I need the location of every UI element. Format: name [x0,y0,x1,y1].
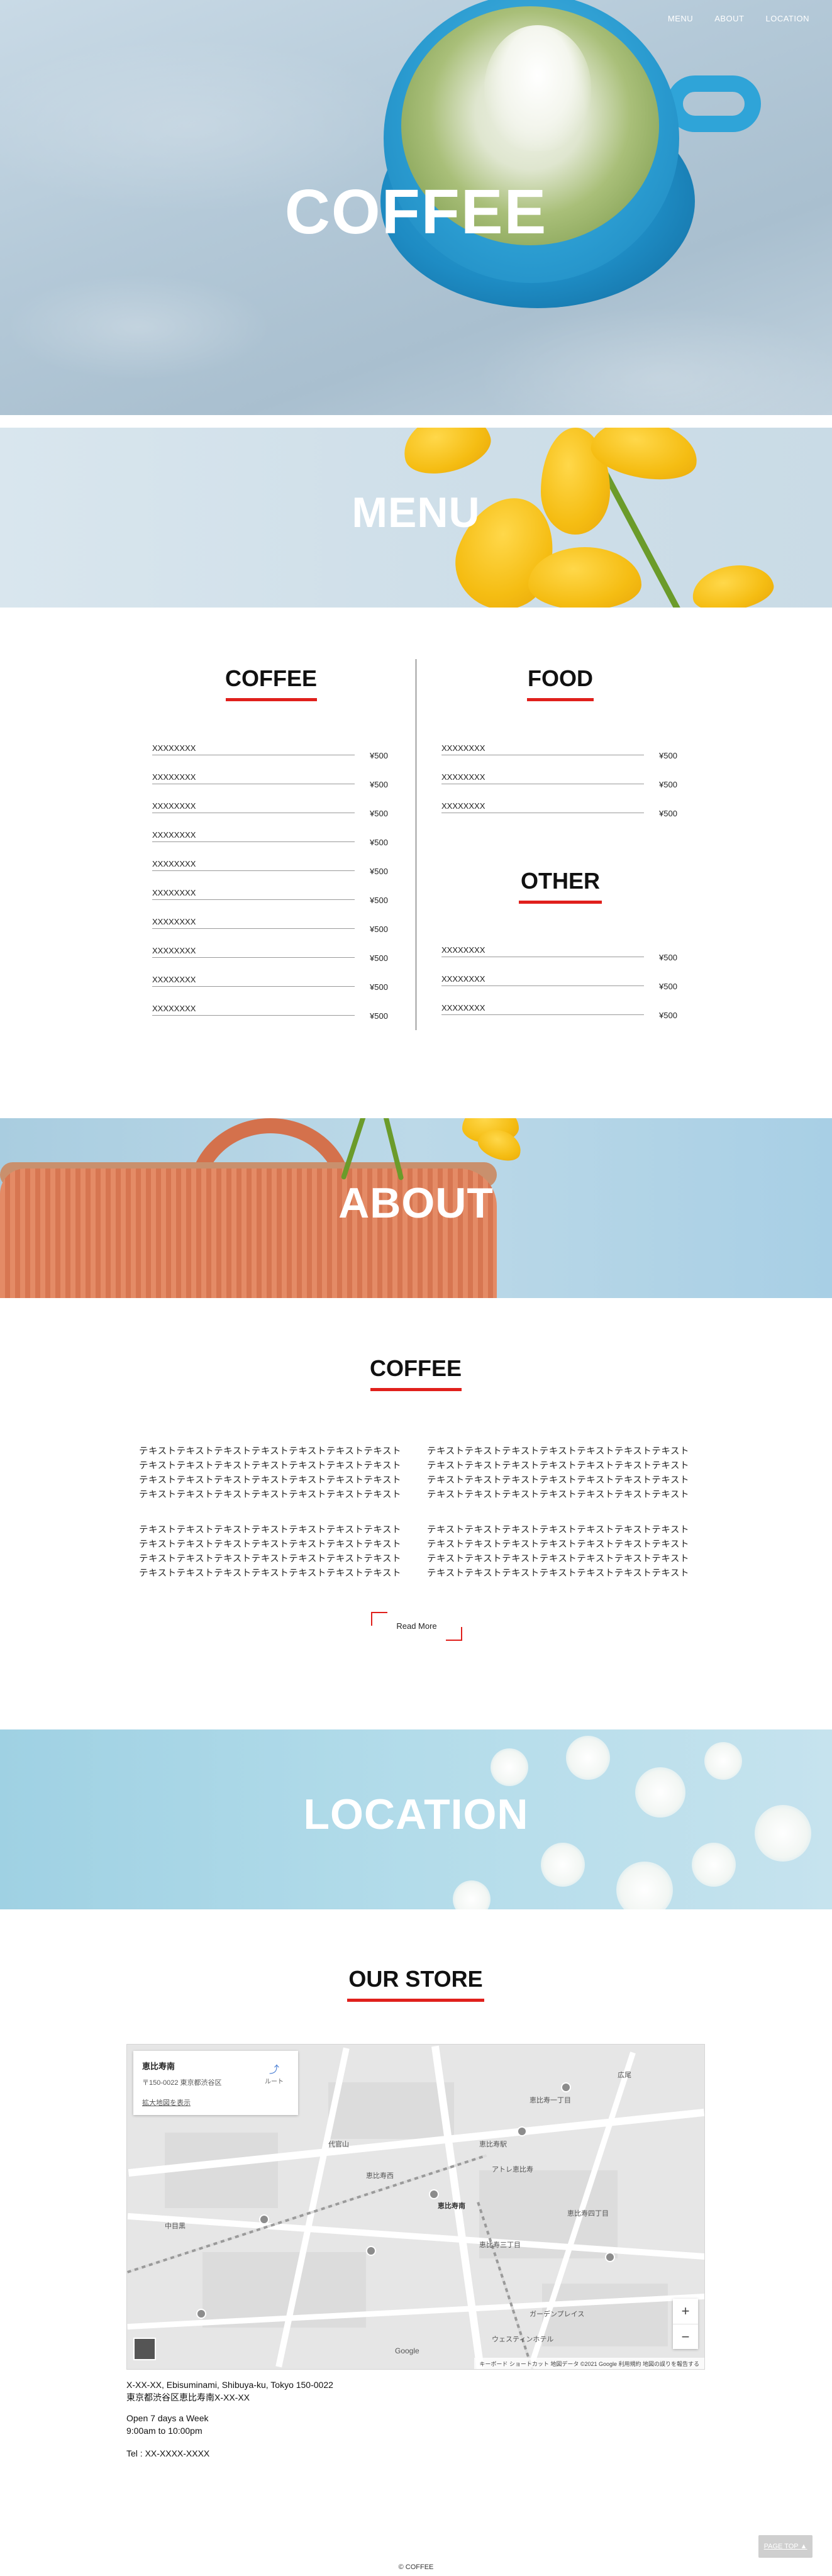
about-banner-title: ABOUT [338,1179,494,1227]
menu-item: XXXXXXXX ¥500 [152,1004,388,1021]
map-pin-icon[interactable] [196,2309,206,2319]
map-pin-icon[interactable] [605,2252,615,2262]
menu-banner-title: MENU [352,489,480,536]
zoom-out-button[interactable]: − [673,2324,698,2349]
map-pin-icon[interactable] [366,2246,376,2256]
map-place-card: 恵比寿南 〒150-0022 東京都渋谷区 拡大地図を表示 ⤴ ルート [133,2051,298,2115]
flower-petal [688,559,777,608]
map-pin-icon[interactable] [259,2214,269,2224]
other-menu-heading: OTHER [497,868,623,904]
coffee-cup-handle-image [667,75,761,132]
menu-item: XXXXXXXX ¥500 [152,801,388,818]
menu-banner: MENU [0,428,832,608]
menu-item: XXXXXXXX ¥500 [441,974,677,991]
about-paragraph: テキストテキストテキストテキストテキストテキストテキスト テキストテキストテキス… [139,1446,401,1500]
heading-underline [527,698,594,701]
larger-map-link[interactable]: 拡大地図を表示 [142,2097,191,2107]
directions-icon: ⤴ [269,2065,279,2075]
menu-item: XXXXXXXX ¥500 [441,743,677,760]
map-satellite-toggle[interactable] [133,2338,156,2360]
menu-item: XXXXXXXX ¥500 [441,772,677,789]
about-paragraph: テキストテキストテキストテキストテキストテキストテキスト テキストテキストテキス… [427,1525,689,1579]
latte-art-image [484,25,591,151]
coffee-menu-list: XXXXXXXX ¥500 XXXXXXXX ¥500 XXXXXXXX ¥500 X… [152,743,391,1033]
menu-item: XXXXXXXX ¥500 [152,743,388,760]
menu-item: XXXXXXXX ¥500 [152,859,388,876]
nav-location-link[interactable]: LOCATION [766,14,810,23]
map-pin-icon[interactable] [429,2189,439,2199]
about-paragraph: テキストテキストテキストテキストテキストテキストテキスト テキストテキストテキス… [139,1525,401,1579]
zoom-in-button[interactable]: + [673,2299,698,2324]
menu-item: XXXXXXXX ¥500 [152,917,388,934]
store-hours: Open 7 days a Week 9:00am to 10:00pm [126,2413,209,2436]
map-pin-icon[interactable] [517,2126,527,2136]
map-zoom-controls: + − [673,2299,698,2349]
store-map[interactable]: 恵比寿南 恵比寿駅 ガーデンプレイス 代官山 恵比寿西 恵比寿一丁目 広尾 中目… [126,2044,705,2370]
store-address: X-XX-XX, Ebisuminami, Shibuya-ku, Tokyo … [126,2380,333,2402]
map-pin-icon[interactable] [561,2082,571,2092]
menu-item: XXXXXXXX ¥500 [152,975,388,992]
other-menu-list: XXXXXXXX ¥500 XXXXXXXX ¥500 XXXXXXXX ¥500 [441,945,680,1032]
menu-item: XXXXXXXX ¥500 [441,801,677,818]
menu-item: XXXXXXXX ¥500 [152,888,388,905]
nav-about-link[interactable]: ABOUT [714,14,744,23]
flower-petal [396,428,497,482]
nav-menu-link[interactable]: MENU [668,14,693,23]
location-banner-title: LOCATION [303,1790,529,1838]
about-paragraph: テキストテキストテキストテキストテキストテキストテキスト テキストテキストテキス… [427,1446,689,1500]
heading-underline [225,698,317,701]
main-nav: MENU ABOUT LOCATION [668,14,809,23]
store-tel: Tel : XX-XXXX-XXXX [126,2448,210,2458]
our-store-heading: OUR STORE [321,1966,510,2002]
menu-item: XXXXXXXX ¥500 [441,1003,677,1020]
coffee-menu-heading: COFFEE [208,665,334,701]
read-more-button[interactable]: Read More [371,1612,462,1641]
heading-underline [347,1999,484,2002]
corner-bracket-icon [446,1627,462,1641]
hero-title: COFFEE [284,177,548,247]
google-logo: Google [395,2346,419,2355]
heading-underline [370,1388,462,1391]
menu-item: XXXXXXXX ¥500 [152,830,388,847]
copyright: © COFFEE [398,2563,434,2571]
location-banner: LOCATION [0,1729,832,1909]
page-top-button[interactable]: PAGE TOP ▲ [758,2535,813,2558]
directions-button[interactable]: ⤴ ルート [262,2061,287,2085]
menu-item: XXXXXXXX ¥500 [152,946,388,963]
heading-underline [519,901,602,904]
menu-item: XXXXXXXX ¥500 [152,772,388,789]
food-menu-heading: FOOD [497,665,623,701]
map-attribution[interactable]: キーボード ショートカット 地図データ ©2021 Google 利用規約 地図… [474,2358,704,2369]
about-heading: COFFEE [353,1355,479,1391]
food-menu-list: XXXXXXXX ¥500 XXXXXXXX ¥500 XXXXXXXX ¥500 [441,743,680,830]
hero-section: COFFEE MENU ABOUT LOCATION [0,0,832,415]
menu-item: XXXXXXXX ¥500 [441,945,677,962]
about-banner: ABOUT [0,1118,832,1298]
